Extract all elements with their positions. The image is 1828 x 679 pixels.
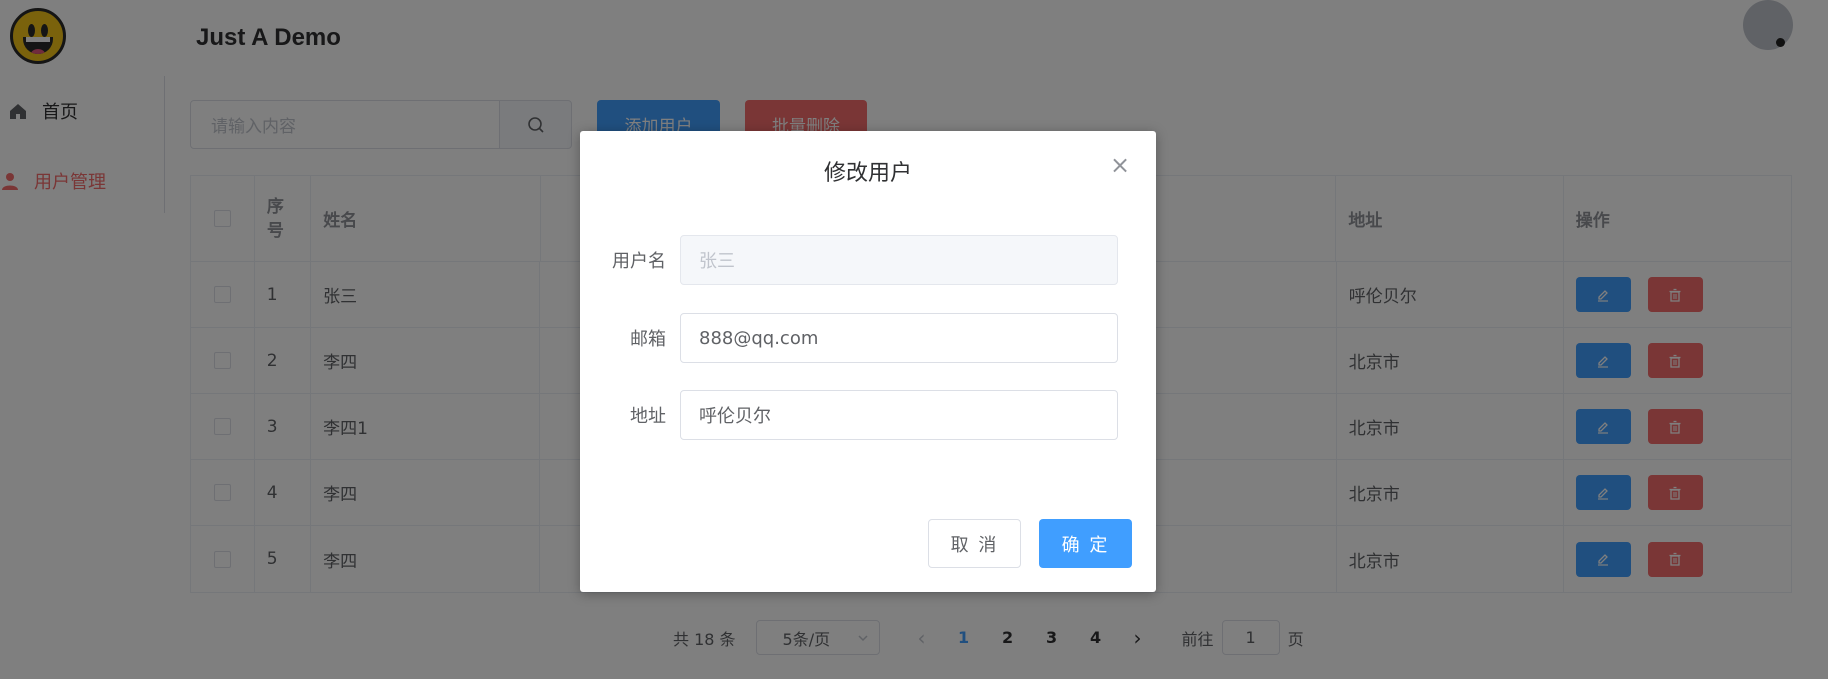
dialog-title: 修改用户 (823, 161, 912, 186)
email-row: 邮箱 888@qq.com (580, 313, 1118, 363)
confirm-button[interactable]: 确 定 (1039, 519, 1132, 568)
edit-user-dialog: 修改用户 × 用户名 张三 邮箱 888@qq.com 地址 呼伦贝尔 取 消 … (580, 131, 1156, 592)
username-label: 用户名 (612, 251, 666, 272)
close-icon[interactable]: × (1110, 153, 1130, 177)
address-row: 地址 呼伦贝尔 (580, 390, 1118, 440)
cancel-button[interactable]: 取 消 (928, 519, 1021, 568)
email-field[interactable]: 888@qq.com (680, 313, 1118, 363)
email-label: 邮箱 (630, 329, 666, 350)
username-row: 用户名 张三 (580, 235, 1118, 285)
address-field[interactable]: 呼伦贝尔 (680, 390, 1118, 440)
address-label: 地址 (630, 406, 666, 427)
username-field: 张三 (680, 235, 1118, 285)
